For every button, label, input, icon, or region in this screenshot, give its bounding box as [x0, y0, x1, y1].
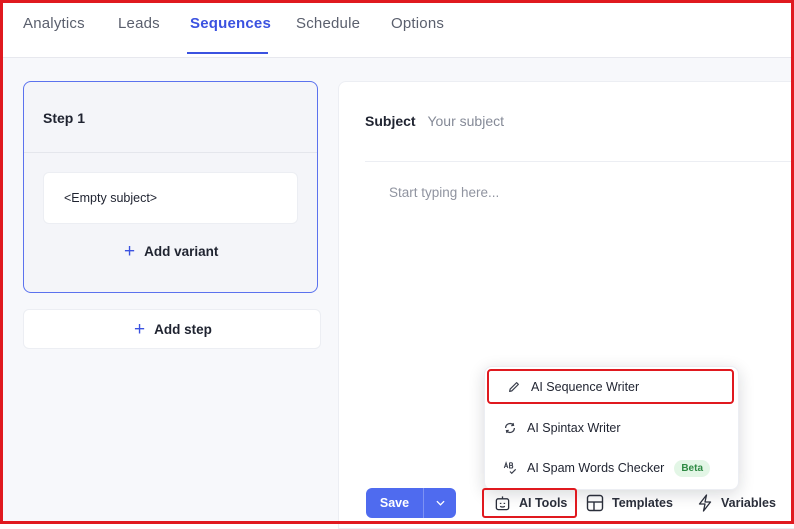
save-options-button[interactable] — [424, 500, 456, 506]
menu-item-label: AI Spintax Writer — [527, 421, 621, 435]
variant-item[interactable]: <Empty subject> — [43, 172, 298, 224]
editor-toolbar: Save AI Tools Templates Variables — [364, 486, 791, 520]
plus-icon: + — [134, 319, 146, 340]
menu-item-ai-sequence-writer[interactable]: AI Sequence Writer — [487, 369, 734, 404]
add-variant-button[interactable]: + Add variant — [124, 242, 218, 261]
menu-item-ai-spintax-writer[interactable]: AI Spintax Writer — [485, 411, 738, 445]
email-body-input[interactable] — [389, 185, 749, 335]
variables-label: Variables — [721, 496, 776, 510]
menu-item-label: AI Spam Words Checker — [527, 461, 665, 475]
variant-subject: <Empty subject> — [64, 191, 158, 205]
subject-input[interactable] — [427, 113, 678, 129]
subject-row: Subject — [365, 113, 678, 129]
menu-item-ai-spam-words-checker[interactable]: AI Spam Words Checker Beta — [485, 451, 738, 485]
spellcheck-icon — [503, 461, 517, 475]
tab-schedule[interactable]: Schedule — [296, 15, 360, 32]
tab-analytics[interactable]: Analytics — [23, 15, 85, 32]
ai-tools-button[interactable]: AI Tools — [482, 488, 578, 518]
step-divider — [24, 152, 317, 153]
chevron-down-icon — [435, 500, 445, 506]
lightning-icon — [698, 494, 712, 512]
tab-bar: Analytics Leads Sequences Schedule Optio… — [3, 3, 791, 58]
tab-leads[interactable]: Leads — [118, 15, 160, 32]
add-variant-label: Add variant — [144, 244, 219, 259]
templates-button[interactable]: Templates — [586, 488, 673, 518]
add-step-label: Add step — [154, 322, 212, 337]
editor-divider — [365, 161, 794, 162]
menu-item-label: AI Sequence Writer — [531, 379, 640, 394]
templates-icon — [586, 494, 604, 512]
tab-options[interactable]: Options — [391, 15, 444, 32]
add-step-button[interactable]: + Add step — [23, 309, 321, 349]
refresh-icon — [505, 422, 515, 434]
tab-sequences[interactable]: Sequences — [190, 15, 271, 32]
ai-tools-label: AI Tools — [519, 496, 568, 510]
add-step-content: + Add step — [134, 320, 212, 339]
pencil-icon — [509, 381, 519, 392]
variables-button[interactable]: Variables — [697, 488, 776, 518]
plus-icon: + — [124, 241, 136, 262]
ai-tools-menu: AI Sequence Writer AI Spintax Writer AI … — [484, 366, 739, 490]
active-tab-indicator — [187, 52, 268, 54]
step-title: Step 1 — [43, 110, 86, 126]
ai-robot-icon — [495, 495, 510, 510]
subject-label: Subject — [365, 113, 416, 129]
save-button-group: Save — [366, 488, 456, 518]
step-card[interactable]: Step 1 <Empty subject> + Add variant — [23, 81, 318, 293]
templates-label: Templates — [612, 496, 673, 510]
save-button[interactable]: Save — [366, 496, 423, 510]
beta-badge: Beta — [674, 459, 711, 477]
